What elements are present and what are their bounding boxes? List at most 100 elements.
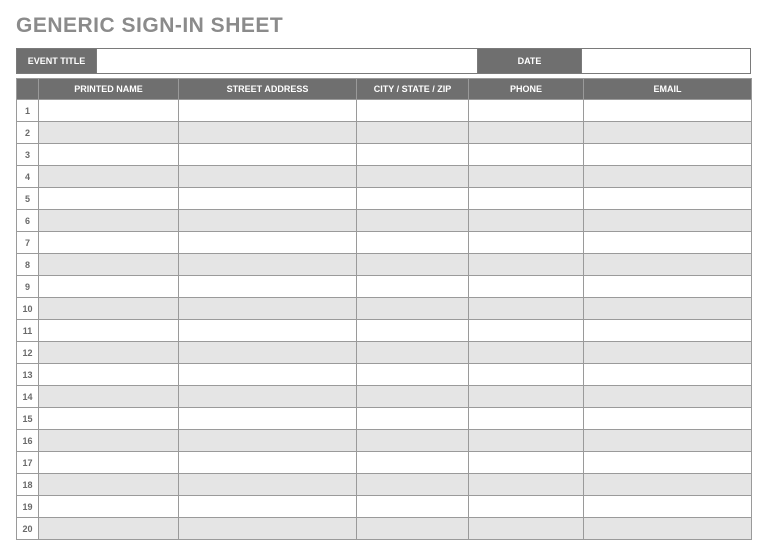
- cell-name[interactable]: [39, 474, 179, 496]
- cell-city[interactable]: [357, 496, 469, 518]
- cell-email[interactable]: [584, 232, 752, 254]
- cell-email[interactable]: [584, 144, 752, 166]
- cell-email[interactable]: [584, 342, 752, 364]
- cell-phone[interactable]: [469, 430, 584, 452]
- cell-phone[interactable]: [469, 122, 584, 144]
- cell-email[interactable]: [584, 364, 752, 386]
- cell-city[interactable]: [357, 188, 469, 210]
- cell-name[interactable]: [39, 408, 179, 430]
- cell-city[interactable]: [357, 276, 469, 298]
- cell-phone[interactable]: [469, 342, 584, 364]
- cell-phone[interactable]: [469, 474, 584, 496]
- cell-email[interactable]: [584, 254, 752, 276]
- cell-email[interactable]: [584, 474, 752, 496]
- cell-street[interactable]: [179, 232, 357, 254]
- cell-street[interactable]: [179, 320, 357, 342]
- cell-name[interactable]: [39, 254, 179, 276]
- cell-email[interactable]: [584, 188, 752, 210]
- cell-phone[interactable]: [469, 518, 584, 540]
- cell-email[interactable]: [584, 320, 752, 342]
- cell-phone[interactable]: [469, 320, 584, 342]
- cell-phone[interactable]: [469, 100, 584, 122]
- cell-city[interactable]: [357, 232, 469, 254]
- cell-city[interactable]: [357, 386, 469, 408]
- cell-name[interactable]: [39, 342, 179, 364]
- cell-city[interactable]: [357, 144, 469, 166]
- cell-name[interactable]: [39, 188, 179, 210]
- cell-phone[interactable]: [469, 298, 584, 320]
- cell-street[interactable]: [179, 342, 357, 364]
- cell-phone[interactable]: [469, 386, 584, 408]
- cell-phone[interactable]: [469, 408, 584, 430]
- cell-street[interactable]: [179, 430, 357, 452]
- cell-phone[interactable]: [469, 188, 584, 210]
- cell-email[interactable]: [584, 122, 752, 144]
- cell-phone[interactable]: [469, 144, 584, 166]
- cell-email[interactable]: [584, 100, 752, 122]
- cell-street[interactable]: [179, 276, 357, 298]
- cell-phone[interactable]: [469, 276, 584, 298]
- cell-street[interactable]: [179, 210, 357, 232]
- cell-street[interactable]: [179, 298, 357, 320]
- cell-street[interactable]: [179, 100, 357, 122]
- cell-name[interactable]: [39, 320, 179, 342]
- cell-email[interactable]: [584, 518, 752, 540]
- cell-name[interactable]: [39, 452, 179, 474]
- cell-street[interactable]: [179, 518, 357, 540]
- cell-phone[interactable]: [469, 254, 584, 276]
- cell-email[interactable]: [584, 298, 752, 320]
- cell-name[interactable]: [39, 276, 179, 298]
- cell-city[interactable]: [357, 518, 469, 540]
- cell-email[interactable]: [584, 408, 752, 430]
- cell-street[interactable]: [179, 386, 357, 408]
- cell-email[interactable]: [584, 276, 752, 298]
- cell-email[interactable]: [584, 386, 752, 408]
- cell-phone[interactable]: [469, 496, 584, 518]
- cell-name[interactable]: [39, 364, 179, 386]
- cell-city[interactable]: [357, 210, 469, 232]
- cell-street[interactable]: [179, 408, 357, 430]
- cell-city[interactable]: [357, 298, 469, 320]
- cell-city[interactable]: [357, 320, 469, 342]
- cell-name[interactable]: [39, 122, 179, 144]
- cell-city[interactable]: [357, 452, 469, 474]
- cell-name[interactable]: [39, 166, 179, 188]
- cell-street[interactable]: [179, 188, 357, 210]
- cell-name[interactable]: [39, 386, 179, 408]
- cell-name[interactable]: [39, 210, 179, 232]
- cell-name[interactable]: [39, 496, 179, 518]
- cell-name[interactable]: [39, 430, 179, 452]
- cell-phone[interactable]: [469, 232, 584, 254]
- cell-email[interactable]: [584, 210, 752, 232]
- cell-city[interactable]: [357, 254, 469, 276]
- cell-email[interactable]: [584, 430, 752, 452]
- event-title-input[interactable]: [97, 49, 477, 73]
- cell-email[interactable]: [584, 496, 752, 518]
- cell-name[interactable]: [39, 298, 179, 320]
- cell-street[interactable]: [179, 254, 357, 276]
- cell-street[interactable]: [179, 144, 357, 166]
- cell-city[interactable]: [357, 364, 469, 386]
- cell-street[interactable]: [179, 452, 357, 474]
- cell-city[interactable]: [357, 122, 469, 144]
- cell-phone[interactable]: [469, 166, 584, 188]
- cell-city[interactable]: [357, 100, 469, 122]
- cell-street[interactable]: [179, 364, 357, 386]
- cell-street[interactable]: [179, 122, 357, 144]
- cell-name[interactable]: [39, 518, 179, 540]
- cell-name[interactable]: [39, 232, 179, 254]
- cell-name[interactable]: [39, 100, 179, 122]
- cell-phone[interactable]: [469, 452, 584, 474]
- cell-city[interactable]: [357, 342, 469, 364]
- date-input[interactable]: [582, 49, 750, 73]
- cell-city[interactable]: [357, 430, 469, 452]
- cell-city[interactable]: [357, 474, 469, 496]
- cell-street[interactable]: [179, 474, 357, 496]
- cell-name[interactable]: [39, 144, 179, 166]
- cell-street[interactable]: [179, 166, 357, 188]
- cell-email[interactable]: [584, 166, 752, 188]
- cell-phone[interactable]: [469, 210, 584, 232]
- cell-phone[interactable]: [469, 364, 584, 386]
- cell-city[interactable]: [357, 408, 469, 430]
- cell-street[interactable]: [179, 496, 357, 518]
